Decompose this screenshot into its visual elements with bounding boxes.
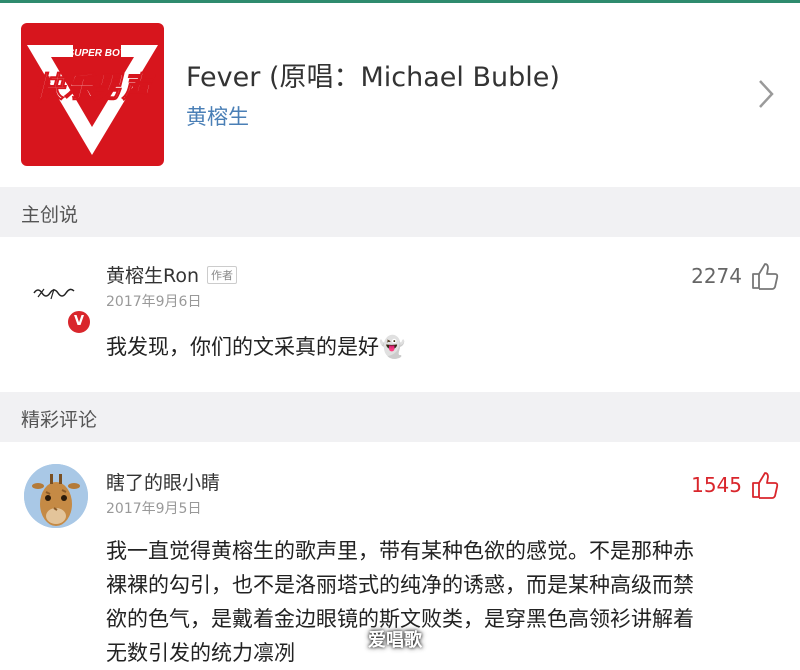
like-count: 2274 [691,264,742,288]
chevron-right-icon[interactable] [758,79,774,109]
thumbs-up-icon[interactable] [750,261,780,291]
watermark: 爱唱歌 [368,630,422,651]
song-title[interactable]: Fever (原唱：Michael Buble) [186,55,560,94]
comment-line: 裸裸的勾引，也不是洛丽塔式的纯净的诱惑，而是某种高级而禁 [106,573,694,597]
svg-text:SUPER BOY: SUPER BOY [68,48,128,59]
song-header[interactable]: SUPER BOY 快乐男声 Fever (原唱：Michael Buble) … [0,3,800,187]
like-button[interactable]: 1545 [691,470,780,500]
giraffe-avatar [24,464,88,528]
comment-date: 2017年9月6日 [106,294,202,310]
artist-link[interactable]: 黄榕生 [186,101,249,131]
section-featured-label: 精彩评论 [21,409,98,431]
comment-author-name[interactable]: 瞎了的眼小睛 [106,468,220,495]
album-cover[interactable]: SUPER BOY 快乐男声 [21,23,164,166]
comment-line: 我一直觉得黄榕生的歌声里，带有某种色欲的感觉。不是那种赤 [106,539,694,563]
thumbs-up-icon[interactable] [750,470,780,500]
super-boy-logo: SUPER BOY 快乐男声 [27,45,158,155]
like-button[interactable]: 2274 [691,261,780,291]
verified-badge: V [66,309,92,335]
comment-author-name[interactable]: 黄榕生Ron [106,265,199,287]
comment-date: 2017年9月5日 [106,501,202,517]
avatar[interactable]: V [24,267,92,335]
section-featured: 精彩评论 [0,392,800,442]
like-count: 1545 [691,473,742,497]
comment-author[interactable]: 黄榕生Ron 作者 [106,261,238,288]
author-tag: 作者 [207,266,238,284]
giraffe-icon [24,464,88,528]
svg-text:快乐男声: 快乐男声 [35,70,156,104]
comment-text: 我发现，你们的文采真的是好👻 [106,335,406,359]
section-creator: 主创说 [0,187,800,237]
section-creator-label: 主创说 [21,204,79,226]
creator-comment: V 黄榕生Ron 作者 2017年9月6日 2274 我发现，你们的文采真的是好👻 [0,237,800,392]
avatar[interactable] [24,464,88,528]
